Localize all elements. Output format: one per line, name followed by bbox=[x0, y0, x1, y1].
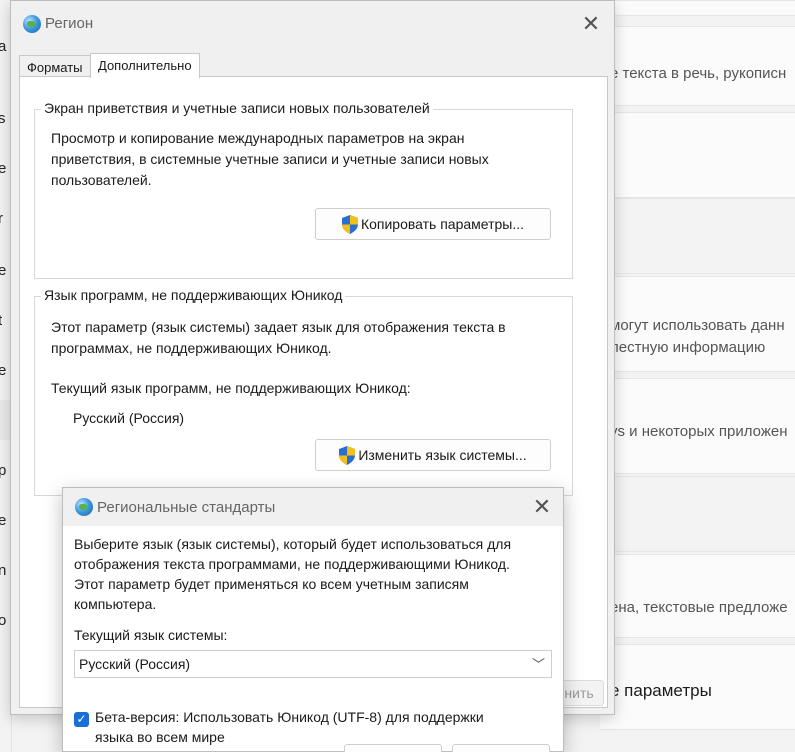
description-line: компьютера. bbox=[74, 596, 157, 612]
sidebar-char: s bbox=[0, 110, 6, 127]
sidebar-char: n bbox=[0, 562, 7, 579]
tab-advanced[interactable]: Дополнительно bbox=[90, 53, 200, 78]
background-settings-pane: е текста в речь, рукописн могут использо… bbox=[600, 0, 795, 752]
copy-settings-button[interactable]: Копировать параметры... bbox=[315, 208, 551, 240]
description-line: программах, не поддерживающих Юникод. bbox=[51, 340, 332, 356]
description-line: Выберите язык (язык системы), который бу… bbox=[74, 536, 512, 552]
group-description: Этот параметр (язык системы) задает язык… bbox=[51, 317, 561, 359]
sidebar-char: e bbox=[0, 262, 7, 279]
settings-card[interactable]: е текста в речь, рукописн bbox=[600, 26, 795, 106]
select-value: Русский (Россия) bbox=[79, 656, 191, 672]
sidebar-char: a bbox=[0, 38, 7, 55]
utf8-beta-checkbox[interactable]: ✓ bbox=[74, 712, 89, 727]
current-language-value: Русский (Россия) bbox=[73, 410, 185, 426]
globe-icon bbox=[23, 15, 41, 33]
description-line: Этот параметр (язык системы) задает язык… bbox=[51, 319, 506, 335]
change-system-locale-button[interactable]: Изменить язык системы... bbox=[315, 439, 551, 471]
close-button[interactable]: ✕ bbox=[521, 488, 563, 526]
settings-card[interactable]: ена, текстовые предложе bbox=[600, 554, 795, 638]
sidebar-char: t bbox=[0, 312, 3, 329]
utf8-beta-label: Бета-версия: Использовать Юникод (UTF-8)… bbox=[95, 707, 484, 747]
tab-formats[interactable]: Форматы bbox=[19, 55, 91, 77]
settings-card-text: могут использовать данн bbox=[610, 317, 785, 334]
description-line: приветствия, в системные учетные записи … bbox=[51, 151, 489, 167]
chevron-down-icon: ﹀ bbox=[531, 657, 545, 672]
non-unicode-group: Язык программ, не поддерживающих Юникод … bbox=[34, 287, 573, 496]
regional-dialog-body: Выберите язык (язык системы), который бу… bbox=[63, 526, 563, 752]
region-dialog-title: Регион bbox=[45, 15, 94, 32]
regional-settings-dialog: Региональные стандарты ✕ Выберите язык (… bbox=[62, 487, 564, 752]
settings-card[interactable] bbox=[600, 0, 795, 16]
sidebar-char: p bbox=[0, 462, 7, 479]
copy-settings-label: Копировать параметры... bbox=[360, 216, 525, 232]
close-button[interactable]: ✕ bbox=[568, 1, 614, 47]
description-line: Просмотр и копирование международных пар… bbox=[51, 130, 465, 146]
change-system-locale-label: Изменить язык системы... bbox=[358, 447, 527, 463]
settings-card[interactable]: vs и некоторых приложен bbox=[600, 378, 795, 474]
settings-card-text: лестную информацию bbox=[610, 339, 766, 356]
region-dialog-titlebar[interactable]: Регион ✕ bbox=[11, 1, 614, 47]
settings-card[interactable]: е параметры bbox=[600, 644, 795, 730]
regional-dialog-description: Выберите язык (язык системы), который бу… bbox=[74, 534, 559, 614]
description-line: пользователей. bbox=[51, 172, 152, 188]
settings-card[interactable] bbox=[600, 198, 795, 274]
description-line: отображения текста программами, не подде… bbox=[74, 556, 510, 572]
current-system-language-label: Текущий язык системы: bbox=[74, 627, 228, 643]
checkbox-label-line: Бета-версия: Использовать Юникод (UTF-8)… bbox=[95, 709, 484, 725]
settings-card-text: ена, текстовые предложе bbox=[610, 599, 788, 616]
sidebar-char: e bbox=[0, 362, 7, 379]
settings-card-title: е параметры bbox=[610, 681, 712, 700]
settings-card[interactable] bbox=[600, 112, 795, 198]
regional-dialog-titlebar[interactable]: Региональные стандарты ✕ bbox=[63, 488, 563, 526]
description-line: Этот параметр будет применяться ко всем … bbox=[74, 576, 469, 592]
system-language-select[interactable]: Русский (Россия) ﹀ bbox=[74, 650, 552, 678]
current-language-label: Текущий язык программ, не поддерживающих… bbox=[51, 380, 411, 396]
group-title: Язык программ, не поддерживающих Юникод bbox=[41, 287, 346, 303]
regional-dialog-title: Региональные стандарты bbox=[97, 499, 276, 516]
uac-shield-icon bbox=[339, 445, 356, 465]
settings-card[interactable]: могут использовать данн лестную информац… bbox=[600, 276, 795, 372]
cancel-button[interactable] bbox=[452, 744, 550, 752]
uac-shield-icon bbox=[341, 214, 358, 234]
welcome-screen-group: Экран приветствия и учетные записи новых… bbox=[34, 100, 573, 279]
group-description: Просмотр и копирование международных пар… bbox=[51, 128, 561, 191]
globe-icon bbox=[75, 498, 93, 516]
settings-card-text: vs и некоторых приложен bbox=[610, 423, 788, 440]
settings-card[interactable] bbox=[600, 476, 795, 552]
sidebar-char: r bbox=[0, 210, 3, 227]
sidebar-char: e bbox=[0, 160, 7, 177]
group-title: Экран приветствия и учетные записи новых… bbox=[41, 100, 433, 116]
settings-card-text: е текста в речь, рукописн bbox=[610, 65, 787, 82]
ok-button[interactable] bbox=[344, 744, 442, 752]
sidebar-char: e bbox=[0, 512, 7, 529]
sidebar-char: o bbox=[0, 612, 7, 629]
